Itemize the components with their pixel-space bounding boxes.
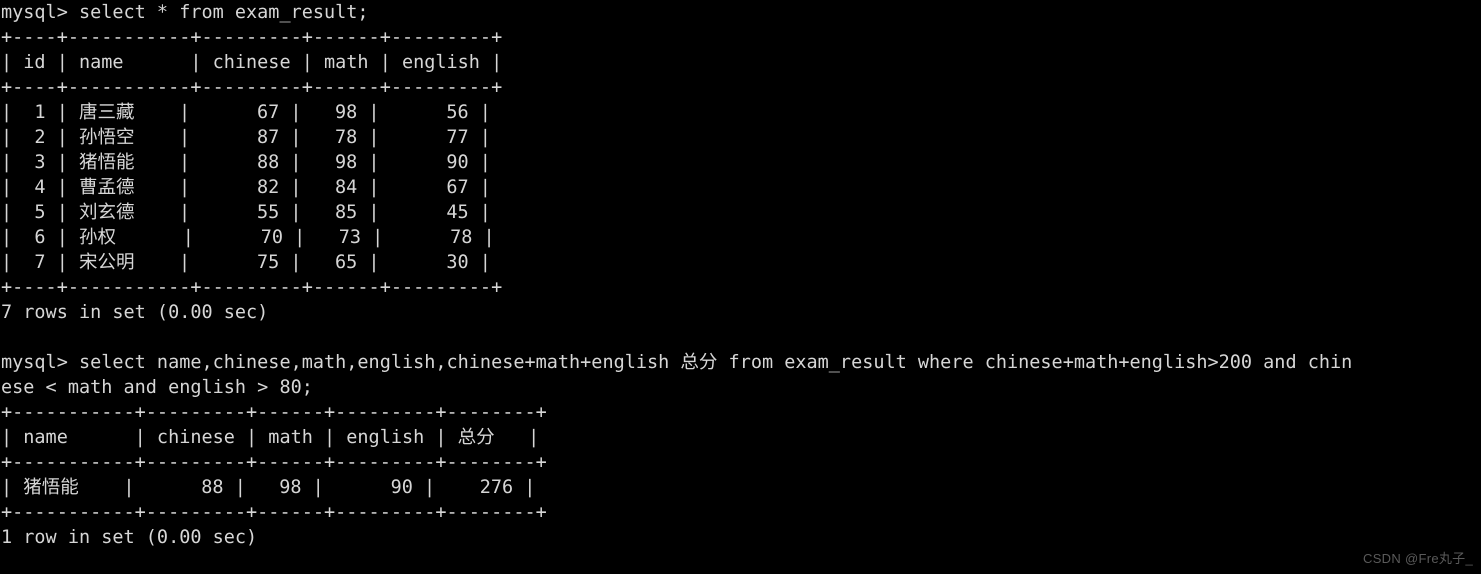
terminal-window[interactable]: mysql> select * from exam_result; +----+… [0, 0, 1481, 574]
table-row: | 猪悟能 | 88 | 98 | 90 | 276 | [1, 477, 536, 498]
table-row: | 4 | 曹孟德 | 82 | 84 | 67 | [1, 177, 491, 198]
table2-bottom-border: +-----------+---------+------+---------+… [1, 502, 547, 523]
table1-status-line: 7 rows in set (0.00 sec) [1, 302, 269, 323]
command-line-select-all: mysql> select * from exam_result; [1, 2, 369, 23]
table-row: | 6 | 孙权 | 70 | 73 | 78 | [1, 227, 495, 248]
table1-top-border: +----+-----------+---------+------+-----… [1, 27, 503, 48]
table-row: | 2 | 孙悟空 | 87 | 78 | 77 | [1, 127, 491, 148]
table-row: | 1 | 唐三藏 | 67 | 98 | 56 | [1, 102, 491, 123]
table2-header-border: +-----------+---------+------+---------+… [1, 452, 547, 473]
table2-header-row: | name | chinese | math | english | 总分 | [1, 427, 540, 448]
csdn-watermark: CSDN @Fre丸子_ [1363, 551, 1473, 566]
table1-header-border: +----+-----------+---------+------+-----… [1, 77, 503, 98]
table-row: | 5 | 刘玄德 | 55 | 85 | 45 | [1, 202, 491, 223]
command-line-select-total-part1: mysql> select name,chinese,math,english,… [1, 352, 1353, 373]
table-row: | 3 | 猪悟能 | 88 | 98 | 90 | [1, 152, 491, 173]
table1-bottom-border: +----+-----------+---------+------+-----… [1, 277, 503, 298]
table-row: | 7 | 宋公明 | 75 | 65 | 30 | [1, 252, 491, 273]
command-line-select-total-part2: ese < math and english > 80; [1, 377, 313, 398]
table2-status-line: 1 row in set (0.00 sec) [1, 527, 258, 548]
table1-header-row: | id | name | chinese | math | english | [1, 52, 503, 73]
table2-top-border: +-----------+---------+------+---------+… [1, 402, 547, 423]
